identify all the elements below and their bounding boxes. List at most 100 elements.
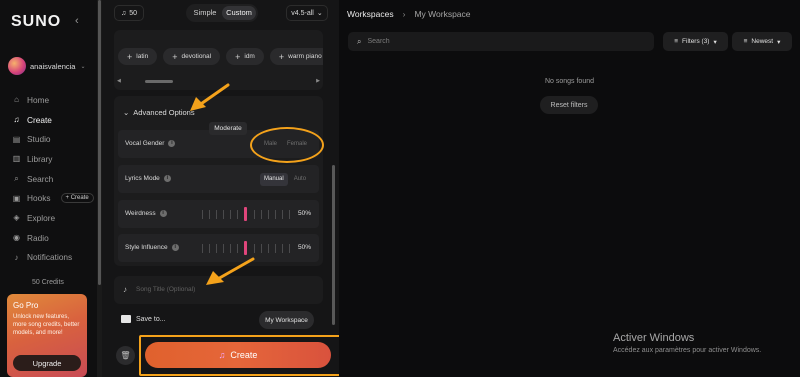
- style-influence-row: Style Influence i 50%: [118, 234, 319, 262]
- bell-icon: ♪: [14, 252, 19, 262]
- lyrics-mode-auto-option[interactable]: Auto: [290, 173, 310, 186]
- breadcrumb-workspaces[interactable]: Workspaces: [347, 9, 394, 19]
- credits-count: 50 Credits: [32, 279, 64, 286]
- scroll-left-icon[interactable]: ◀: [117, 78, 121, 84]
- sidebar-item-radio[interactable]: ◉ Radio: [12, 228, 94, 248]
- style-influence-label: Style Influence i: [125, 244, 179, 251]
- slider-handle[interactable]: [244, 241, 248, 255]
- lyrics-mode-label: Lyrics Mode i: [125, 175, 171, 182]
- song-title-placeholder: Song Title (Optional): [136, 286, 196, 293]
- mode-custom-tab[interactable]: Custom: [222, 6, 256, 20]
- song-title-field[interactable]: ♪ Song Title (Optional): [114, 276, 323, 304]
- style-tag[interactable]: + idm: [226, 48, 264, 65]
- style-tag[interactable]: + latin: [118, 48, 158, 65]
- style-tag[interactable]: + warm piano: [269, 48, 323, 65]
- advanced-options-toggle[interactable]: ⌄ Advanced Options: [123, 108, 195, 117]
- sidebar-item-notifications[interactable]: ♪ Notifications: [12, 248, 94, 268]
- mode-toggle: Simple Custom: [186, 4, 258, 22]
- weirdness-row: Weirdness i 50%: [118, 200, 319, 228]
- slider-tick: [281, 243, 283, 253]
- sidebar-item-label: Explore: [27, 212, 56, 223]
- vocal-gender-options: Male Female: [260, 136, 311, 152]
- slider-tick: [202, 209, 203, 219]
- sidebar-item-search[interactable]: ⌕ Search: [12, 169, 94, 189]
- collapse-sidebar-icon[interactable]: ‹: [75, 15, 79, 27]
- sidebar-item-library[interactable]: ▥ Library: [12, 149, 94, 169]
- style-influence-text: Style Influence: [125, 244, 168, 251]
- weirdness-value: 50%: [297, 210, 311, 217]
- plus-icon: +: [172, 51, 178, 62]
- slider-tick: [253, 243, 255, 253]
- filters-button[interactable]: ≡ Filters (3) ▾: [663, 32, 728, 51]
- slider-tick: [281, 209, 283, 219]
- breadcrumb: Workspaces › My Workspace: [347, 9, 471, 19]
- sidebar-item-explore[interactable]: ◈ Explore: [12, 208, 94, 228]
- sidebar-item-create[interactable]: ♫ Create: [12, 110, 94, 130]
- lyrics-mode-text: Lyrics Mode: [125, 175, 160, 182]
- style-tags-card: + latin + devotional + idm + warm piano ◀ ▶: [114, 30, 323, 90]
- scroll-right-icon[interactable]: ▶: [316, 78, 320, 84]
- music-note-icon: ♫: [218, 350, 226, 360]
- empty-state-text: No songs found: [544, 78, 595, 85]
- search-icon: ⌕: [14, 173, 19, 183]
- info-icon[interactable]: i: [163, 175, 171, 182]
- radio-icon: ◉: [13, 233, 20, 243]
- reset-filters-button[interactable]: Reset filters: [540, 96, 598, 114]
- weirdness-slider[interactable]: [202, 207, 290, 221]
- plus-icon: +: [235, 51, 241, 62]
- info-icon[interactable]: i: [159, 210, 167, 217]
- panel-scrollbar-thumb[interactable]: [332, 165, 335, 325]
- vocal-gender-label: Vocal Gender i: [125, 140, 176, 147]
- info-icon[interactable]: i: [171, 244, 179, 251]
- watermark-title: Activer Windows: [613, 332, 695, 344]
- slider-tick: [202, 243, 203, 253]
- slider-tick: [260, 209, 262, 219]
- slider-tick: [230, 209, 232, 219]
- sidebar-item-studio[interactable]: ▤ Studio: [12, 129, 94, 149]
- sort-button[interactable]: ≡ Newest ▾: [732, 32, 792, 51]
- lyrics-mode-manual-option[interactable]: Manual: [260, 172, 288, 186]
- style-tag[interactable]: + devotional: [163, 48, 221, 65]
- user-menu[interactable]: anaisvalencia ⌄: [8, 57, 85, 75]
- music-note-icon: ♫: [13, 115, 20, 125]
- weirdness-label: Weirdness i: [125, 210, 167, 217]
- watermark-subtitle: Accédez aux paramètres pour activer Wind…: [613, 347, 762, 354]
- slider-tick: [223, 243, 225, 253]
- style-influence-value: 50%: [297, 244, 311, 251]
- username: anaisvalencia: [30, 61, 76, 71]
- style-influence-slider[interactable]: [202, 241, 290, 255]
- slider-tick: [216, 209, 218, 219]
- slider-tick: [288, 243, 290, 253]
- slider-tick: [267, 209, 269, 219]
- model-version-select[interactable]: v4.5-all ⌄: [286, 5, 328, 21]
- slider-tick: [230, 243, 232, 253]
- trash-icon[interactable]: 🗑: [116, 346, 135, 365]
- credits-chip-value: 50: [129, 9, 138, 17]
- slider-tick: [288, 209, 290, 219]
- mode-simple-tab[interactable]: Simple: [188, 6, 222, 20]
- sidebar-item-label: Library: [27, 153, 53, 164]
- folder-icon: [121, 315, 131, 323]
- music-note-icon: ♪: [123, 285, 127, 294]
- tags-scrollbar-thumb[interactable]: [145, 80, 173, 83]
- info-icon[interactable]: i: [168, 140, 176, 147]
- go-pro-text: Unlock new features, more song credits, …: [13, 314, 80, 336]
- sidebar-scrollbar-thumb[interactable]: [98, 0, 101, 285]
- workspace-select-button[interactable]: My Workspace: [259, 311, 314, 329]
- create-button[interactable]: ♫ Create: [145, 342, 331, 368]
- search-input[interactable]: [367, 38, 638, 45]
- hooks-create-button[interactable]: + Create: [60, 193, 94, 204]
- model-version-value: v4.5-all: [291, 9, 314, 17]
- vocal-gender-male-option[interactable]: Male: [260, 138, 281, 151]
- filters-label: Filters (3): [682, 38, 710, 45]
- credits-chip[interactable]: ♫ 50: [114, 5, 145, 21]
- sidebar-item-home[interactable]: ⌂ Home: [12, 90, 94, 110]
- create-panel: ♫ 50 Simple Custom v4.5-all ⌄ + latin + de…: [102, 0, 339, 377]
- upgrade-button[interactable]: Upgrade: [13, 355, 81, 371]
- slider-handle[interactable]: [244, 207, 248, 221]
- save-to-row: Save to... My Workspace: [114, 308, 323, 332]
- search-icon: ⌕: [357, 36, 362, 46]
- suno-logo[interactable]: SUNO: [11, 13, 61, 31]
- sidebar-item-hooks[interactable]: ▣ Hooks + Create: [12, 188, 94, 208]
- vocal-gender-female-option[interactable]: Female: [283, 138, 311, 151]
